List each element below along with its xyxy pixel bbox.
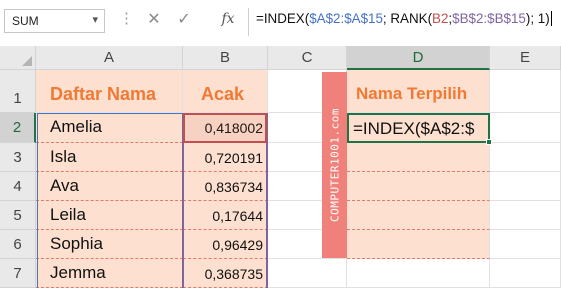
reference-highlight-b2 bbox=[183, 113, 267, 143]
cell-e5[interactable] bbox=[490, 201, 561, 230]
check-icon[interactable]: ✓ bbox=[172, 9, 196, 33]
close-icon[interactable]: ✕ bbox=[142, 9, 166, 33]
cell-e4[interactable] bbox=[490, 172, 561, 201]
cell-d7[interactable] bbox=[347, 259, 490, 288]
chevron-down-icon[interactable]: ▾ bbox=[92, 13, 98, 26]
cell-e1[interactable] bbox=[490, 70, 561, 113]
formula-part-index: =INDEX( bbox=[256, 11, 310, 26]
formula-part-close: ); 1) bbox=[525, 11, 550, 26]
column-header-e[interactable]: E bbox=[490, 46, 561, 70]
row-header-3[interactable]: 3 bbox=[0, 143, 36, 172]
cell-d4[interactable] bbox=[347, 172, 490, 201]
formula-ref-a-range: $A$2:$A$15 bbox=[309, 11, 383, 26]
formula-bar: SUM ▾ ⋮ ✕ ✓ fx =INDEX($A$2:$A$15; RANK(B… bbox=[0, 0, 561, 46]
watermark-banner: COMPUTER1001.com bbox=[322, 72, 347, 258]
row-header-6[interactable]: 6 bbox=[0, 230, 36, 259]
fill-handle[interactable] bbox=[486, 139, 492, 145]
formula-ref-b2: B2 bbox=[432, 11, 449, 26]
cell-c7[interactable] bbox=[268, 259, 347, 288]
formula-input[interactable]: =INDEX($A$2:$A$15; RANK(B2;$B$2:$B$15); … bbox=[256, 11, 552, 26]
column-header-a[interactable]: A bbox=[36, 46, 183, 70]
formula-part-rank: ; RANK( bbox=[382, 11, 433, 26]
cell-e7[interactable] bbox=[490, 259, 561, 288]
name-box-value: SUM bbox=[12, 14, 39, 28]
select-all-corner[interactable] bbox=[0, 46, 36, 70]
cell-e6[interactable] bbox=[490, 230, 561, 259]
column-header-d[interactable]: D bbox=[347, 46, 490, 70]
formula-divider bbox=[248, 8, 249, 36]
cell-e2[interactable] bbox=[490, 113, 561, 143]
column-header-c[interactable]: C bbox=[268, 46, 347, 70]
cell-d5[interactable] bbox=[347, 201, 490, 230]
cell-d1-header[interactable]: Nama Terpilih bbox=[347, 70, 490, 113]
row-header-4[interactable]: 4 bbox=[0, 172, 36, 201]
cell-d3[interactable] bbox=[347, 143, 490, 172]
cell-b1-header[interactable]: Acak bbox=[183, 70, 268, 113]
active-cell-d2[interactable]: =INDEX($A$2:$ bbox=[347, 113, 490, 143]
text-cursor bbox=[550, 11, 552, 26]
watermark-text: COMPUTER1001.com bbox=[328, 108, 341, 222]
fx-icon[interactable]: fx bbox=[216, 11, 240, 35]
cell-a1-header[interactable]: Daftar Nama bbox=[36, 70, 183, 113]
cell-d6[interactable] bbox=[347, 230, 490, 259]
vertical-dots-icon[interactable]: ⋮ bbox=[119, 9, 134, 27]
row-header-7[interactable]: 7 bbox=[0, 259, 36, 288]
spreadsheet-grid: A B C D E 1 2 3 4 5 6 7 Daftar Nama Acak… bbox=[0, 46, 561, 288]
reference-highlight-a-range bbox=[37, 113, 182, 288]
row-header-2[interactable]: 2 bbox=[0, 113, 36, 143]
column-header-b[interactable]: B bbox=[183, 46, 268, 70]
row-header-5[interactable]: 5 bbox=[0, 201, 36, 230]
row-header-1[interactable]: 1 bbox=[0, 70, 36, 113]
name-box[interactable]: SUM ▾ bbox=[4, 9, 105, 33]
cell-e3[interactable] bbox=[490, 143, 561, 172]
formula-ref-b-range: $B$2:$B$15 bbox=[452, 11, 526, 26]
